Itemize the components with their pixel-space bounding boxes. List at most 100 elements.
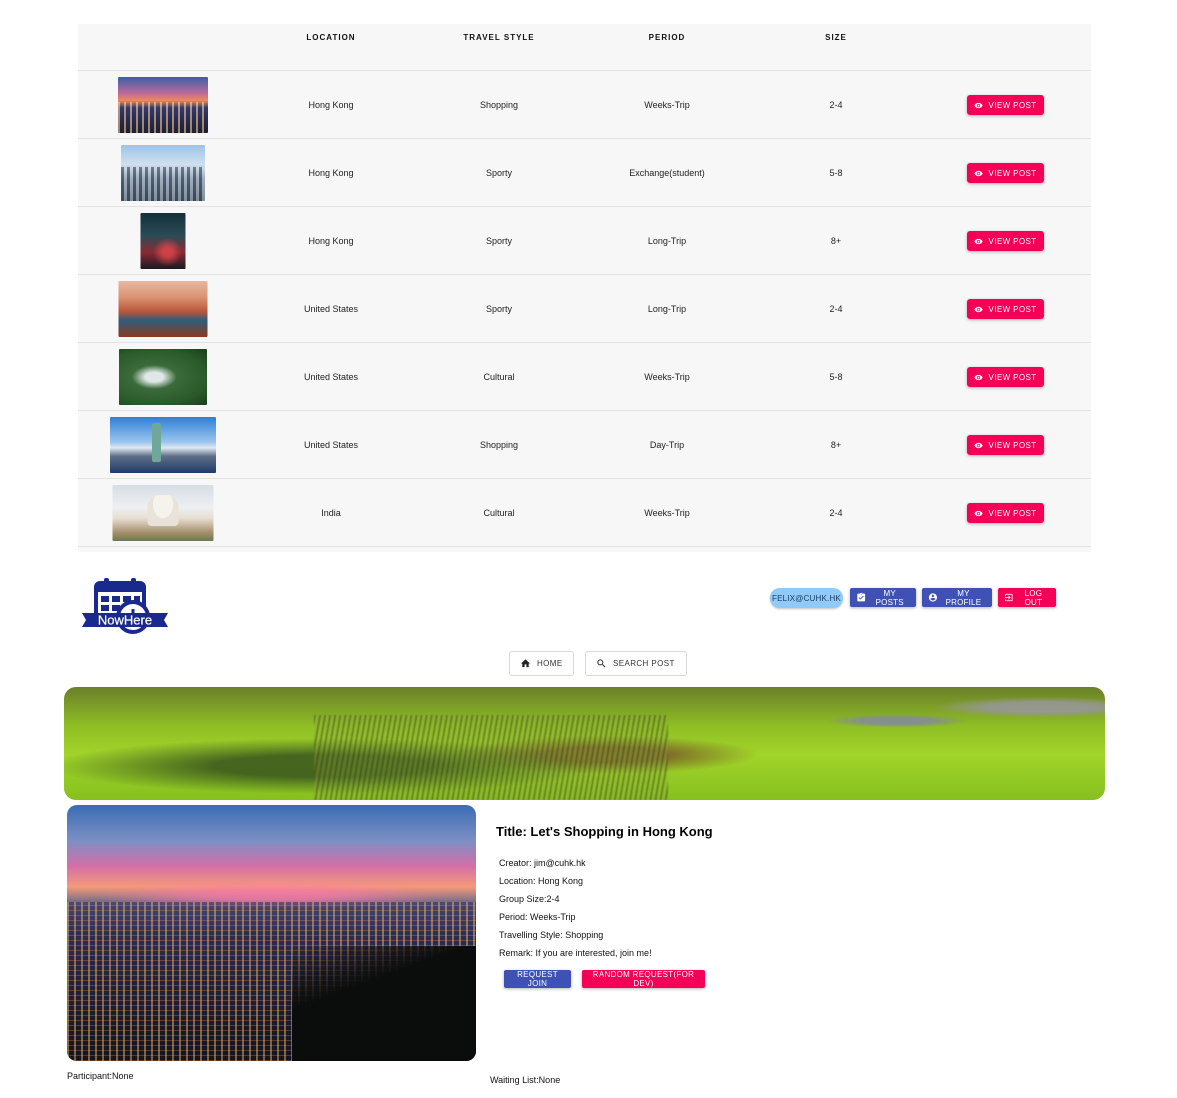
- search-post-button[interactable]: SEARCH POST: [585, 651, 687, 676]
- view-post-label: VIEW POST: [988, 508, 1037, 518]
- post-thumbnail: [119, 349, 207, 405]
- clipboard-check-icon: [857, 592, 866, 602]
- cell-size: 8+: [830, 235, 842, 246]
- view-post-label: VIEW POST: [988, 168, 1037, 178]
- cell-travel-style: Cultural: [483, 371, 515, 382]
- cell-size: 5-8: [829, 167, 843, 178]
- table-row: United States Sporty Long-Trip 2-4 VIEW …: [78, 275, 1091, 343]
- nowhere-logo[interactable]: NowHere: [80, 577, 170, 641]
- cell-period: Weeks-Trip: [644, 507, 690, 518]
- my-profile-button[interactable]: MY PROFILE: [922, 588, 992, 607]
- logo-text: NowHere: [98, 613, 152, 628]
- my-posts-label: MY POSTS: [875, 588, 904, 607]
- eye-icon: [974, 306, 984, 312]
- cell-size: 2-4: [829, 507, 843, 518]
- view-post-button[interactable]: VIEW POST: [967, 503, 1044, 523]
- eye-icon: [974, 374, 984, 380]
- post-thumbnail: [140, 213, 186, 269]
- column-header-travel-style: TRAVEL STYLE: [463, 33, 535, 42]
- waiting-list: Waiting List:None: [490, 1075, 561, 1085]
- view-post-label: VIEW POST: [988, 100, 1037, 110]
- table-row: Hong Kong Sporty Long-Trip 8+ VIEW POST: [78, 207, 1091, 275]
- cell-travel-style: Sporty: [485, 303, 513, 314]
- table-row: India Cultural Weeks-Trip 2-4 VIEW POST: [78, 479, 1091, 547]
- view-post-button[interactable]: VIEW POST: [967, 95, 1044, 115]
- eye-icon: [974, 170, 984, 176]
- home-icon: [520, 659, 531, 668]
- table-row: Hong Kong Sporty Exchange(student) 5-8 V…: [78, 139, 1091, 207]
- user-email-chip[interactable]: FELIX@CUHK.HK: [770, 588, 843, 608]
- cell-period: Weeks-Trip: [644, 99, 690, 110]
- my-profile-label: MY PROFILE: [945, 588, 982, 607]
- landscape-banner-image: [64, 687, 1105, 800]
- home-button[interactable]: HOME: [509, 651, 574, 676]
- search-post-label: SEARCH POST: [613, 659, 675, 668]
- cell-travel-style: Sporty: [485, 235, 513, 246]
- view-post-button[interactable]: VIEW POST: [967, 163, 1044, 183]
- cell-travel-style: Shopping: [479, 439, 519, 450]
- my-posts-button[interactable]: MY POSTS: [850, 588, 916, 607]
- cell-location: United States: [303, 303, 359, 314]
- column-header-size: SIZE: [825, 33, 847, 42]
- cell-period: Exchange(student): [629, 167, 705, 178]
- table-row: United States Shopping Day-Trip 8+ VIEW …: [78, 411, 1091, 479]
- account-circle-icon: [928, 593, 938, 602]
- request-join-button[interactable]: REQUEST JOIN: [504, 970, 571, 988]
- cell-travel-style: Sporty: [485, 167, 513, 178]
- post-remark: Remark: If you are interested, join me!: [499, 948, 652, 958]
- post-thumbnail: [121, 145, 205, 201]
- logout-icon: [1005, 593, 1013, 602]
- post-main-photo: [67, 805, 476, 1061]
- eye-icon: [974, 102, 984, 108]
- post-location: Location: Hong Kong: [499, 876, 584, 886]
- cell-period: Weeks-Trip: [644, 371, 690, 382]
- cell-location: Hong Kong: [308, 99, 354, 110]
- cell-period: Day-Trip: [649, 439, 685, 450]
- cell-location: United States: [303, 439, 359, 450]
- cell-travel-style: Cultural: [483, 507, 515, 518]
- view-post-label: VIEW POST: [988, 372, 1037, 382]
- logout-button[interactable]: LOG OUT: [998, 588, 1056, 607]
- participant-list: Participant:None: [67, 1071, 134, 1081]
- cell-location: United States: [303, 371, 359, 382]
- view-post-button[interactable]: VIEW POST: [967, 299, 1044, 319]
- post-thumbnail: [118, 77, 208, 133]
- calendar-logo-icon: NowHere: [82, 578, 168, 634]
- cell-size: 5-8: [829, 371, 843, 382]
- eye-icon: [974, 238, 984, 244]
- search-icon: [597, 659, 606, 668]
- eye-icon: [974, 510, 984, 516]
- cell-location: Hong Kong: [308, 235, 354, 246]
- view-post-label: VIEW POST: [988, 440, 1037, 450]
- post-thumbnail: [112, 485, 214, 541]
- cell-size: 2-4: [829, 99, 843, 110]
- post-period: Period: Weeks-Trip: [499, 912, 576, 922]
- post-travelling-style: Travelling Style: Shopping: [499, 930, 604, 940]
- view-post-label: VIEW POST: [988, 304, 1037, 314]
- view-post-button[interactable]: VIEW POST: [967, 435, 1044, 455]
- table-row: Hong Kong Shopping Weeks-Trip 2-4 VIEW P…: [78, 71, 1091, 139]
- post-group-size: Group Size:2-4: [499, 894, 560, 904]
- view-post-label: VIEW POST: [988, 236, 1037, 246]
- cell-location: India: [321, 507, 341, 518]
- table-row: United States Cultural Weeks-Trip 5-8 VI…: [78, 343, 1091, 411]
- cell-size: 2-4: [829, 303, 843, 314]
- table-header: LOCATION TRAVEL STYLE PERIOD SIZE: [78, 24, 1091, 71]
- column-header-period: PERIOD: [648, 33, 686, 42]
- photo-foreground: [291, 945, 476, 1061]
- cell-period: Long-Trip: [647, 303, 687, 314]
- random-request-button[interactable]: RANDOM REQUEST(FOR DEV): [582, 970, 705, 988]
- view-post-button[interactable]: VIEW POST: [967, 367, 1044, 387]
- logout-label: LOG OUT: [1024, 588, 1043, 607]
- view-post-button[interactable]: VIEW POST: [967, 231, 1044, 251]
- cell-travel-style: Shopping: [479, 99, 519, 110]
- column-header-location: LOCATION: [306, 33, 356, 42]
- eye-icon: [974, 442, 984, 448]
- post-thumbnail: [110, 417, 216, 473]
- home-label: HOME: [537, 659, 563, 668]
- post-creator: Creator: jim@cuhk.hk: [499, 858, 586, 868]
- post-title: Title: Let's Shopping in Hong Kong: [496, 824, 713, 839]
- post-thumbnail: [118, 281, 208, 337]
- cell-period: Long-Trip: [647, 235, 687, 246]
- cell-location: Hong Kong: [308, 167, 354, 178]
